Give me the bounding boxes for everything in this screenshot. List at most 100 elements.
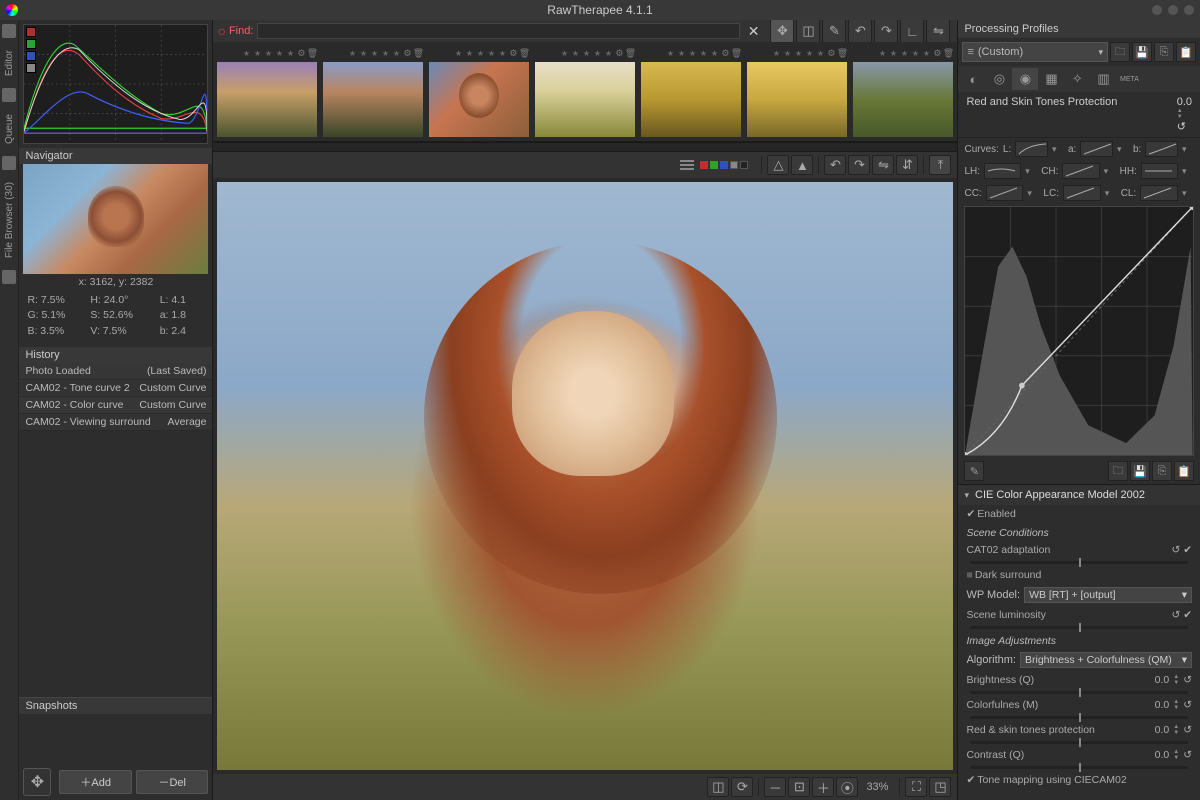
histo-red-toggle[interactable]: [26, 27, 36, 37]
pan-pad[interactable]: [23, 768, 51, 796]
thumb-item[interactable]: ★★★★★⚙🗑: [323, 46, 423, 137]
profile-load-icon[interactable]: 🗀: [1110, 42, 1130, 62]
brightness-slider[interactable]: [970, 691, 1188, 694]
detail-tab-icon[interactable]: ◎: [986, 68, 1012, 90]
curve-L[interactable]: [1015, 141, 1048, 157]
rotate-left-button[interactable]: ↶: [848, 19, 872, 43]
curve-load-icon[interactable]: 🗀: [1108, 461, 1128, 481]
enabled-checkbox[interactable]: ✔: [966, 508, 975, 520]
colorful-slider[interactable]: [970, 716, 1188, 719]
thumb-item[interactable]: ★★★★★⚙🗑: [429, 46, 529, 137]
gear-icon[interactable]: ⚙: [508, 48, 518, 58]
navigator-thumb[interactable]: [23, 164, 208, 274]
profile-select[interactable]: (Custom)▾: [962, 42, 1108, 62]
preview-luma-toggle[interactable]: [730, 161, 738, 169]
editor-tab[interactable]: Editor: [4, 50, 15, 76]
algo-select[interactable]: Brightness + Colorfulness (QM)▾: [1020, 652, 1192, 668]
trash-icon[interactable]: 🗑: [307, 48, 317, 58]
preview-red-toggle[interactable]: [700, 161, 708, 169]
curve-paste-icon[interactable]: 📋: [1174, 461, 1194, 481]
color-tab-icon[interactable]: ◉: [1012, 68, 1038, 90]
history-item[interactable]: Photo Loaded(Last Saved): [19, 363, 212, 380]
mirror-v-icon[interactable]: ⇵: [896, 155, 918, 175]
queue-tab-icon[interactable]: [2, 88, 16, 102]
thumb-item[interactable]: ★★★★★⚙🗑: [535, 46, 635, 137]
gear-icon[interactable]: ⚙: [932, 48, 942, 58]
gear-icon[interactable]: ⚙: [720, 48, 730, 58]
curve-CH[interactable]: [1062, 163, 1099, 179]
clip-highlight-icon[interactable]: ▲: [791, 155, 813, 175]
curve-a[interactable]: [1080, 141, 1113, 157]
find-close-icon[interactable]: ✕: [744, 23, 764, 40]
preview-focus-toggle[interactable]: [740, 161, 748, 169]
new-window-icon[interactable]: ◳: [929, 777, 951, 797]
trash-icon[interactable]: 🗑: [625, 48, 635, 58]
exposure-tab-icon[interactable]: ◐: [960, 68, 986, 90]
ciecam-header[interactable]: CIE Color Appearance Model 2002: [958, 485, 1200, 505]
cat02-slider[interactable]: [970, 561, 1188, 564]
curve-HH[interactable]: [1141, 163, 1178, 179]
curve-picker-icon[interactable]: ✎: [964, 461, 984, 481]
wb-picker-button[interactable]: ✎: [822, 19, 846, 43]
contrast-slider[interactable]: [970, 766, 1188, 769]
queue-tab[interactable]: Queue: [4, 114, 15, 144]
minimize-button[interactable]: [1152, 5, 1162, 15]
filebrowser-tab[interactable]: File Browser (30): [4, 182, 15, 258]
filebrowser-tab-icon[interactable]: [2, 156, 16, 170]
zoom-out-icon[interactable]: －: [764, 777, 786, 797]
flip-button[interactable]: ⇋: [926, 19, 950, 43]
wpmodel-select[interactable]: WB [RT] + [output]▾: [1024, 587, 1192, 603]
gear-icon[interactable]: ⚙: [296, 48, 306, 58]
thumb-item[interactable]: ★★★★★⚙🗑: [217, 46, 317, 137]
crop-tool-button[interactable]: ◫: [796, 19, 820, 43]
detail-window-icon[interactable]: ◫: [707, 777, 729, 797]
preview-area[interactable]: [213, 178, 957, 774]
gear-icon[interactable]: ⚙: [614, 48, 624, 58]
settings-icon[interactable]: [2, 270, 16, 284]
curve-save-icon[interactable]: 💾: [1130, 461, 1150, 481]
curve-CC[interactable]: [986, 185, 1024, 201]
rotate-right-button[interactable]: ↷: [874, 19, 898, 43]
preview-blue-toggle[interactable]: [720, 161, 728, 169]
maximize-button[interactable]: [1168, 5, 1178, 15]
close-button[interactable]: [1184, 5, 1194, 15]
curve-CL[interactable]: [1140, 185, 1178, 201]
add-snapshot-button[interactable]: ＋Add: [59, 770, 132, 794]
transform-tab-icon[interactable]: ✧: [1064, 68, 1090, 90]
scenelum-slider[interactable]: [970, 626, 1188, 629]
send-to-queue-icon[interactable]: ⤒: [929, 155, 951, 175]
thumb-item[interactable]: ★★★★★⚙🗑: [853, 46, 953, 137]
before-after-icon[interactable]: [680, 160, 694, 170]
preview-green-toggle[interactable]: [710, 161, 718, 169]
raw-tab-icon[interactable]: ▥: [1090, 68, 1116, 90]
editor-tab-icon[interactable]: [2, 24, 16, 38]
zoom-100-icon[interactable]: ⦿: [836, 777, 858, 797]
tonemap-checkbox[interactable]: ✔: [966, 774, 975, 786]
history-item[interactable]: CAM02 - Color curveCustom Curve: [19, 397, 212, 414]
gear-icon[interactable]: ⚙: [826, 48, 836, 58]
del-snapshot-button[interactable]: －Del: [136, 770, 209, 794]
darksurround-checkbox[interactable]: ■: [966, 569, 972, 581]
profile-paste-icon[interactable]: 📋: [1176, 42, 1196, 62]
zoom-fit-icon[interactable]: ⊡: [788, 777, 810, 797]
history-item[interactable]: CAM02 - Viewing surroundAverage: [19, 414, 212, 431]
wavelet-tab-icon[interactable]: ▦: [1038, 68, 1064, 90]
mirror-h-icon[interactable]: ⇋: [872, 155, 894, 175]
trash-icon[interactable]: 🗑: [731, 48, 741, 58]
redskin2-slider[interactable]: [970, 741, 1188, 744]
curve-editor[interactable]: [964, 206, 1194, 456]
rotate-cw-icon[interactable]: ↷: [848, 155, 870, 175]
thumb-item[interactable]: ★★★★★⚙🗑: [641, 46, 741, 137]
zoom-in-icon[interactable]: ＋: [812, 777, 834, 797]
curve-LC[interactable]: [1063, 185, 1101, 201]
fullscreen-icon[interactable]: ⛶: [905, 777, 927, 797]
rotate-ccw-icon[interactable]: ↶: [824, 155, 846, 175]
curve-b[interactable]: [1145, 141, 1178, 157]
clip-shadow-icon[interactable]: △: [767, 155, 789, 175]
curve-copy-icon[interactable]: ⎘: [1152, 461, 1172, 481]
sync-icon[interactable]: ⟳: [731, 777, 753, 797]
curve-LH[interactable]: [984, 163, 1021, 179]
trash-icon[interactable]: 🗑: [943, 48, 953, 58]
meta-tab-icon[interactable]: META: [1116, 68, 1142, 90]
profile-copy-icon[interactable]: ⎘: [1154, 42, 1174, 62]
